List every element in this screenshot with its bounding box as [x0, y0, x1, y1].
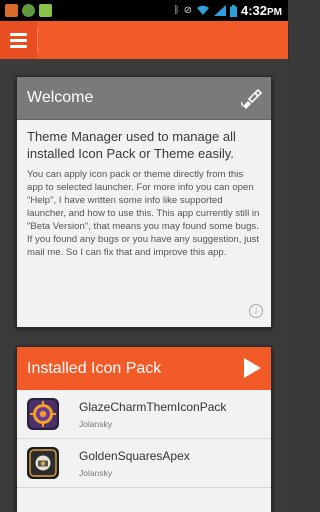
play-arrow-icon[interactable]	[244, 358, 261, 378]
glaze-charm-icon	[27, 398, 59, 430]
list-item-icon-pack[interactable]: GoldenSquaresApex Jolansky	[17, 439, 271, 488]
icon-pack-author: Jolansky	[79, 419, 113, 429]
action-bar	[0, 21, 288, 59]
info-icon[interactable]: i	[249, 304, 263, 318]
installed-icon-pack-card: Installed Icon Pack GlazeCharmThemIconPa…	[16, 346, 272, 512]
list-item-icon-pack[interactable]: GlazeCharmThemIconPack Jolansky	[17, 390, 271, 439]
golden-squares-icon	[27, 447, 59, 479]
installed-title: Installed Icon Pack	[27, 359, 162, 377]
icon-pack-name: GoldenSquaresApex	[79, 449, 190, 463]
battery-icon	[229, 4, 237, 17]
welcome-card: Welcome Theme Manager used to manage all…	[16, 76, 272, 328]
status-bar-system: ᛒ ⊘ 4:32PM	[174, 3, 288, 18]
bluetooth-icon: ᛒ	[173, 5, 180, 16]
installed-header[interactable]: Installed Icon Pack	[17, 347, 271, 390]
hamburger-menu-icon[interactable]	[0, 21, 37, 59]
action-bar-divider	[37, 27, 38, 53]
welcome-header: Welcome	[17, 77, 271, 120]
wifi-icon	[196, 5, 209, 15]
silent-icon: ⊘	[183, 5, 192, 16]
welcome-title: Welcome	[27, 89, 94, 106]
paint-brush-icon[interactable]	[239, 86, 263, 110]
icon-pack-name: GlazeCharmThemIconPack	[79, 400, 227, 414]
signal-icon	[213, 5, 226, 16]
status-bar: ᛒ ⊘ 4:32PM	[0, 0, 288, 21]
welcome-lead-text: Theme Manager used to manage all install…	[27, 129, 236, 161]
welcome-body-text: You can apply icon pack or theme directl…	[27, 169, 260, 258]
icon-pack-author: Jolansky	[79, 468, 113, 478]
status-bar-notifications	[0, 4, 52, 17]
app-icon	[39, 4, 52, 17]
android-icon	[22, 4, 35, 17]
notification-icon	[5, 4, 18, 17]
clock: 4:32PM	[240, 3, 282, 18]
